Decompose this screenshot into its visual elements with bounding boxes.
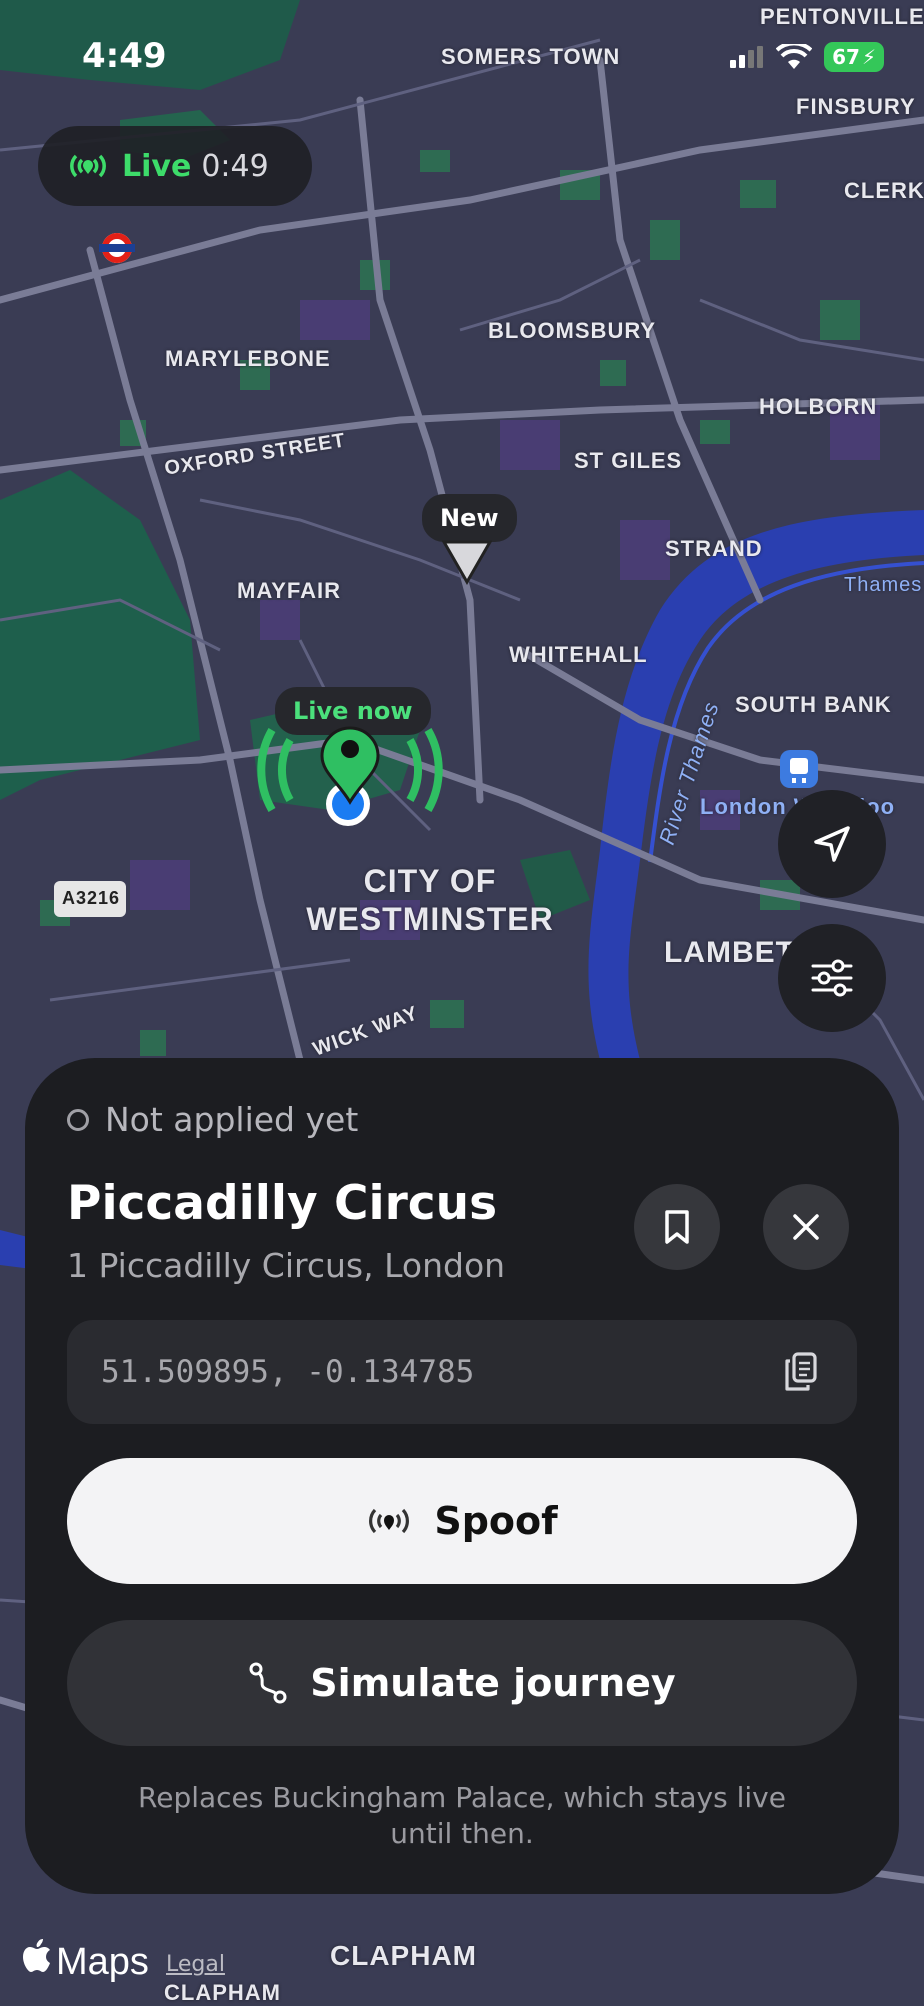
map-label-finsbury: FINSBURY: [796, 94, 916, 119]
location-arrow-icon: [814, 826, 850, 862]
map-label-clerke: CLERKE: [844, 178, 924, 203]
status-time: 4:49: [82, 36, 167, 76]
map-label-clapham: CLAPHAM: [330, 1940, 477, 1971]
place-address: 1 Piccadilly Circus, London: [67, 1246, 506, 1285]
location-detail-sheet: Not applied yet Piccadilly Circus 1 Picc…: [25, 1058, 899, 1894]
status-ring-icon: [67, 1108, 89, 1131]
map-label-st-giles: ST GILES: [574, 448, 683, 473]
coordinates-text: 51.509895, -0.134785: [101, 1354, 475, 1390]
map-label-somers-town: SOMERS TOWN: [441, 44, 621, 69]
live-timer: 0:49: [201, 148, 269, 184]
map-settings-button[interactable]: [778, 924, 886, 1032]
maps-attribution: Maps: [22, 1938, 149, 1984]
copy-icon: [785, 1352, 817, 1391]
map-label-thames: Thames: [844, 574, 923, 596]
route-icon: [249, 1662, 287, 1704]
close-icon: [793, 1214, 819, 1240]
legal-link[interactable]: Legal: [166, 1952, 225, 1977]
battery-percent: 67: [832, 45, 860, 69]
map-label-bloomsbury: BLOOMSBURY: [488, 318, 657, 343]
bookmark-icon: [665, 1210, 689, 1244]
map-label-city-of: CITY OF: [363, 863, 497, 899]
map-label-marylebone: MARYLEBONE: [165, 346, 331, 371]
map-label-clapham-2: CLAPHAM: [164, 1980, 281, 2005]
map-label-holborn: HOLBORN: [759, 394, 878, 419]
map-label-pentonville: PENTONVILLE: [760, 4, 924, 29]
copy-coordinates-button[interactable]: [775, 1346, 827, 1398]
map-label-south-bank: SOUTH BANK: [735, 692, 892, 717]
bookmark-button[interactable]: [634, 1184, 720, 1270]
coordinates-field[interactable]: 51.509895, -0.134785: [67, 1320, 857, 1424]
spoof-button[interactable]: Spoof: [67, 1458, 857, 1584]
sliders-icon: [811, 959, 853, 997]
map-label-mayfair: MAYFAIR: [237, 578, 341, 603]
replace-note: Replaces Buckingham Palace, which stays …: [138, 1781, 786, 1850]
broadcast-icon: [70, 154, 106, 178]
simulate-journey-label: Simulate journey: [310, 1661, 676, 1705]
map-label-whitehall: WHITEHALL: [509, 642, 648, 667]
live-session-pill[interactable]: Live 0:49: [38, 126, 312, 206]
broadcast-icon: [369, 1508, 410, 1534]
place-title: Piccadilly Circus: [67, 1176, 498, 1231]
cellular-signal-icon: [730, 46, 764, 68]
simulate-journey-button[interactable]: Simulate journey: [67, 1620, 857, 1746]
live-location-pin-icon[interactable]: [318, 726, 382, 806]
live-label: Live: [122, 148, 192, 184]
maps-wordmark: Maps: [56, 1941, 149, 1983]
new-pin-icon[interactable]: [442, 540, 492, 586]
map-label-strand: STRAND: [665, 536, 763, 561]
status-icons: 67 ⚡: [730, 42, 884, 72]
apple-logo-icon: [23, 1939, 50, 1972]
apply-status: Not applied yet: [67, 1100, 358, 1139]
battery-indicator: 67 ⚡: [824, 42, 884, 72]
map-road-sign-a3216: A3216: [62, 888, 121, 908]
map-label-westminster: WESTMINSTER: [306, 901, 554, 937]
locate-me-button[interactable]: [778, 790, 886, 898]
close-button[interactable]: [763, 1184, 849, 1270]
apply-status-text: Not applied yet: [105, 1100, 359, 1139]
new-pin-label: New: [422, 494, 517, 542]
wifi-icon: [776, 44, 813, 69]
spoof-button-label: Spoof: [434, 1499, 558, 1543]
charging-bolt-icon: ⚡: [861, 45, 876, 69]
